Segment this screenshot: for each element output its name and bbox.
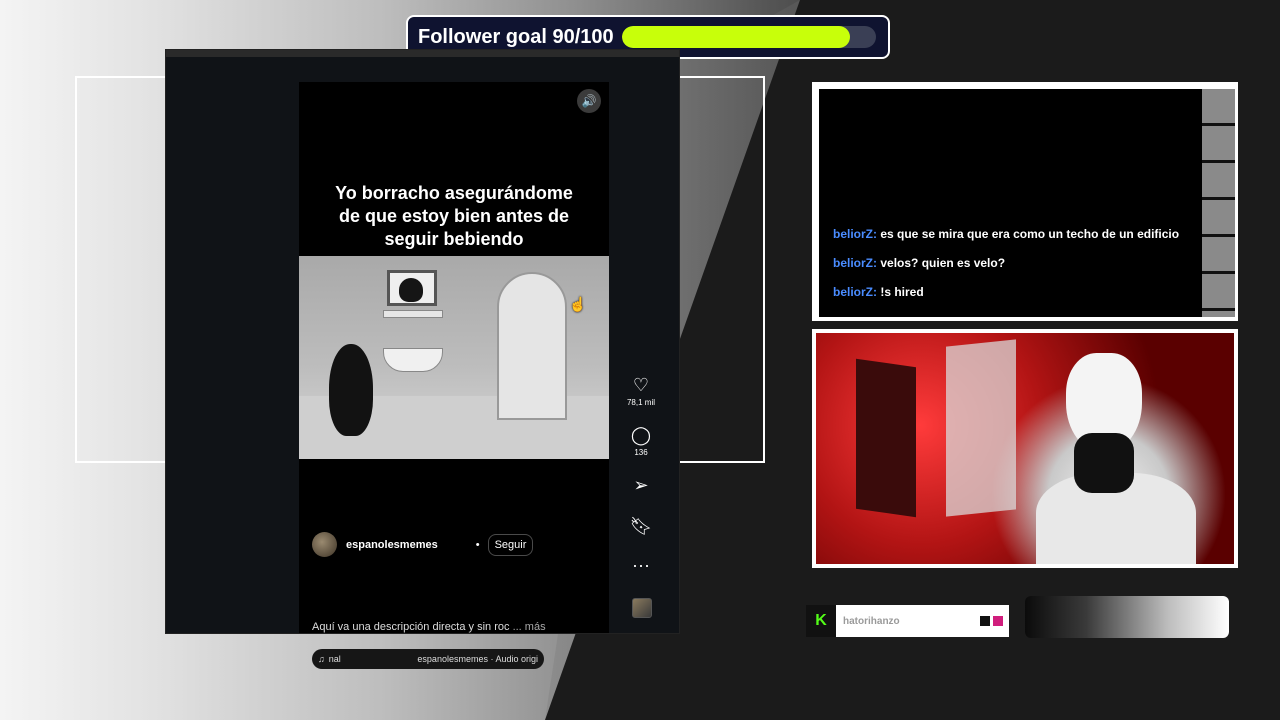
webcam-frame [812,329,1238,568]
streamer-username: hatorihanzo [843,615,900,627]
cam-face-mask [1074,433,1134,493]
reel-video[interactable]: 🔊 Yo borracho asegurándome de que estoy … [299,82,609,669]
chat-message: beliorZ: es que se mira que era como un … [833,226,1183,243]
chat-text: !s hired [880,285,924,299]
author-avatar[interactable] [312,532,337,557]
gradient-decor-bar [1025,596,1229,638]
audio-thumbnail[interactable] [632,598,652,618]
chat-side-strip [1202,89,1235,317]
chat-username: beliorZ: [833,256,877,270]
color-swatch-black [980,616,990,626]
more-link[interactable]: ... más [513,621,546,633]
chat-username: beliorZ: [833,227,877,241]
comment-count: 136 [634,448,648,457]
audio-artist: espanolesmemes · Audio origi [417,654,538,664]
ellipsis-icon: ··· [632,555,650,575]
music-note-icon: ♫ [318,654,325,664]
save-button[interactable]: 🔖︎ [619,516,663,536]
like-button[interactable]: ♡ 78,1 mil [619,375,663,407]
chat-messages: beliorZ: es que se mira que era como un … [833,226,1183,313]
comment-icon: ◯ [630,425,652,445]
cam-shelf [856,358,916,518]
streamer-name-bar: K hatorihanzo [806,605,1009,637]
reel-video-frame: ☝ [299,256,609,459]
author-name[interactable]: espanolesmemes [346,539,438,551]
send-icon: ➢ [633,475,649,495]
scene-mirror-penguin [399,278,423,302]
heart-icon: ♡ [632,375,650,395]
like-count: 78,1 mil [626,398,655,407]
more-options-button[interactable]: ··· [619,555,663,575]
chat-text: velos? quien es velo? [880,256,1006,270]
hand-cursor-icon: ☝ [569,296,587,312]
reel-browser-panel: 🔊 Yo borracho asegurándome de que estoy … [166,50,679,669]
caption-line: seguir bebiendo [384,229,524,249]
audio-pill[interactable]: ♫ nal espanolesmemes · Audio origi [312,649,544,669]
follower-goal-label: Follower goal 90/100 [418,25,614,48]
chat-text: es que se mira que era como un techo de … [880,227,1180,241]
webcam-feed [816,333,1234,564]
reel-description: Aquí va una descripción directa y sin ro… [312,621,602,633]
audio-track: nal [328,654,341,664]
chat-overlay: beliorZ: es que se mira que era como un … [812,82,1238,321]
scene-penguin [329,344,373,436]
chat-message: beliorZ: velos? quien es velo? [833,255,1183,272]
caption-line: de que estoy bien antes de [338,206,570,226]
description-text: Aquí va una descripción directa y sin ro… [312,621,510,633]
follower-goal-fill [621,26,851,48]
scene-door [497,272,567,420]
caption-line: Yo borracho asegurándome [335,183,573,203]
reel-author-row: espanolesmemes • Seguir [312,532,534,557]
follow-button[interactable]: Seguir [487,533,534,556]
comment-button[interactable]: ◯ 136 [619,425,663,457]
scene-sink [383,348,443,372]
follower-goal-track [621,26,876,48]
scene-shelf [383,310,443,318]
chat-window: beliorZ: es que se mira que era como un … [819,89,1202,317]
chat-username: beliorZ: [833,285,877,299]
bookmark-icon: 🔖︎ [629,516,653,536]
share-button[interactable]: ➢ [619,475,663,495]
separator-dot: • [475,538,480,551]
color-swatch-pink [993,616,1003,626]
reel-caption: Yo borracho asegurándome de que estoy bi… [299,182,609,251]
browser-top-bar [166,50,679,57]
kick-logo-icon: K [806,605,836,637]
cam-poster [946,339,1016,517]
chat-message: beliorZ: !s hired [833,284,1183,301]
speaker-icon[interactable]: 🔊 [577,89,601,113]
